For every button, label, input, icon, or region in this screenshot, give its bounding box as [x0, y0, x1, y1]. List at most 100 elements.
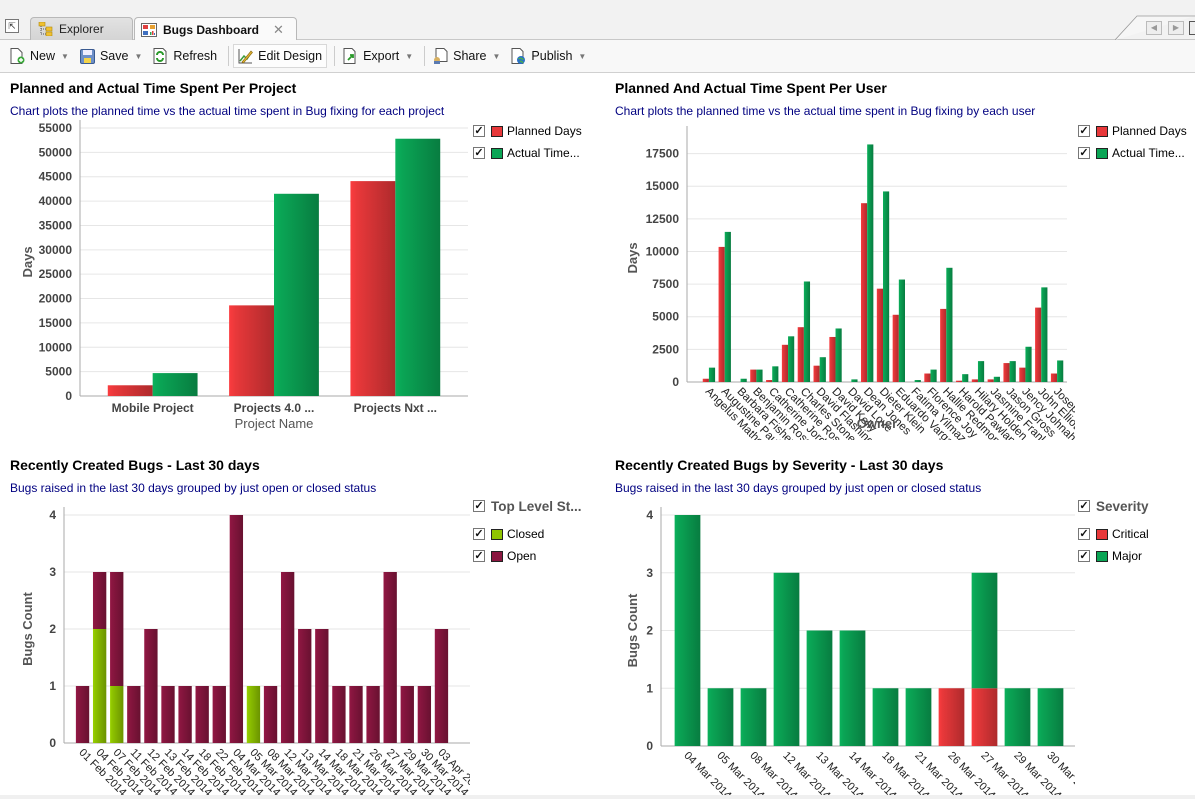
panel-recent-bugs-status: Recently Created Bugs - Last 30 days Bug…	[10, 457, 605, 799]
panel-recent-bugs-severity: Recently Created Bugs by Severity - Last…	[615, 457, 1195, 799]
checkbox-checked-icon[interactable]: ✓	[473, 125, 485, 137]
y-tick-label: 45000	[39, 170, 73, 184]
checkbox-checked-icon[interactable]: ✓	[473, 500, 485, 512]
legend-item-actual-time[interactable]: ✓ Actual Time...	[473, 142, 582, 164]
panel-title: Recently Created Bugs by Severity - Last…	[615, 457, 944, 473]
legend-swatch	[1096, 550, 1108, 562]
y-tick-label: 15000	[646, 179, 680, 193]
y-tick-label: 10000	[646, 244, 680, 258]
legend-item-planned-days[interactable]: ✓ Planned Days	[1078, 120, 1187, 142]
checkbox-checked-icon[interactable]: ✓	[1078, 125, 1090, 137]
tab-bugs-dashboard[interactable]: Bugs Dashboard ✕	[134, 17, 297, 41]
bar-actual-time-	[1057, 360, 1064, 382]
bar-planned-days	[924, 373, 931, 382]
bar-planned-days	[892, 314, 899, 382]
bar-planned-days	[1019, 367, 1026, 382]
legend-label: Planned Days	[1112, 124, 1187, 138]
legend-header[interactable]: ✓ Severity	[1078, 495, 1149, 517]
bar-planned-days	[940, 308, 947, 382]
y-tick-label: 5000	[45, 365, 72, 379]
save-button[interactable]: Save ▼	[76, 44, 146, 68]
y-tick-label: 2	[49, 622, 56, 636]
bar-open	[332, 686, 346, 743]
x-tick-label: Projects Nxt ...	[354, 401, 437, 415]
legend-item-closed[interactable]: ✓ Closed	[473, 523, 582, 545]
scroll-tabs-left-button[interactable]: ◀	[1146, 21, 1162, 35]
new-button-label: New	[30, 49, 56, 63]
publish-globe-icon	[511, 48, 526, 64]
bar-actual-time-	[772, 366, 779, 382]
tab-explorer[interactable]: Explorer	[30, 17, 133, 40]
export-dropdown-chevron-icon[interactable]: ▼	[405, 52, 413, 61]
checkbox-checked-icon[interactable]: ✓	[1078, 528, 1090, 540]
share-button[interactable]: Share ▼	[429, 44, 504, 68]
chart-time-per-user: 025005000750010000125001500017500DaysAng…	[625, 126, 1075, 440]
bar-open	[144, 629, 158, 743]
publish-dropdown-chevron-icon[interactable]: ▼	[578, 52, 586, 61]
publish-button[interactable]: Publish ▼	[507, 44, 590, 68]
bar-critical	[971, 688, 998, 746]
bar-actual-time-	[395, 138, 441, 396]
legend-item-critical[interactable]: ✓ Critical	[1078, 523, 1149, 545]
y-axis-title: Bugs Count	[625, 593, 640, 667]
bar-planned-days	[766, 380, 773, 382]
restore-view-icon[interactable]: ⇱	[5, 19, 19, 33]
checkbox-checked-icon[interactable]: ✓	[1078, 500, 1090, 512]
bar-major	[806, 630, 833, 746]
y-tick-label: 0	[646, 739, 653, 753]
y-axis-title: Days	[20, 246, 35, 277]
bar-major	[1037, 688, 1064, 746]
bar-planned-days	[750, 369, 757, 382]
toolbar: New ▼ Save ▼ Refresh Edit Design Export …	[0, 40, 1195, 73]
share-button-label: Share	[453, 49, 487, 63]
bar-planned-days	[350, 181, 396, 396]
tab-list-button[interactable]	[1189, 21, 1195, 35]
legend-item-open[interactable]: ✓ Open	[473, 545, 582, 567]
bar-planned-days	[876, 288, 883, 382]
y-tick-label: 4	[49, 508, 56, 522]
checkbox-checked-icon[interactable]: ✓	[473, 550, 485, 562]
legend-item-major[interactable]: ✓ Major	[1078, 545, 1149, 567]
legend-swatch	[491, 528, 503, 540]
legend-header[interactable]: ✓ Top Level St...	[473, 495, 582, 517]
legend-swatch	[1096, 125, 1108, 137]
refresh-button[interactable]: Refresh	[149, 44, 221, 68]
y-tick-label: 3	[49, 565, 56, 579]
new-dropdown-chevron-icon[interactable]: ▼	[61, 52, 69, 61]
checkbox-checked-icon[interactable]: ✓	[473, 528, 485, 540]
bar-actual-time-	[788, 336, 795, 382]
bar-open	[400, 686, 414, 743]
bar-planned-days	[829, 336, 836, 382]
export-button[interactable]: Export ▼	[339, 44, 417, 68]
panel-title: Planned and Actual Time Spent Per Projec…	[10, 80, 297, 96]
edit-design-button[interactable]: Edit Design	[233, 44, 328, 68]
save-dropdown-chevron-icon[interactable]: ▼	[134, 52, 142, 61]
share-dropdown-chevron-icon[interactable]: ▼	[493, 52, 501, 61]
bar-actual-time-	[1025, 346, 1032, 382]
bar-critical	[938, 688, 965, 746]
new-button[interactable]: New ▼	[6, 44, 73, 68]
checkbox-checked-icon[interactable]: ✓	[1078, 550, 1090, 562]
chart-recent-bugs-severity: 01234Bugs Count04 Mar 201405 Mar 201408 …	[625, 507, 1075, 797]
y-tick-label: 4	[646, 508, 653, 522]
y-tick-label: 30000	[39, 243, 73, 257]
legend-swatch	[491, 125, 503, 137]
bar-actual-time-	[152, 373, 198, 396]
close-tab-icon[interactable]: ✕	[273, 22, 284, 38]
bar-open	[417, 686, 432, 743]
bar-closed	[246, 686, 261, 743]
bar-open	[75, 686, 90, 743]
y-tick-label: 15000	[39, 316, 73, 330]
scroll-tabs-right-button[interactable]: ▶	[1168, 21, 1184, 35]
bar-open	[110, 572, 124, 686]
legend-item-actual-time[interactable]: ✓ Actual Time...	[1078, 142, 1187, 164]
x-axis-title: Owner	[857, 416, 897, 431]
bar-open	[315, 629, 329, 743]
checkbox-checked-icon[interactable]: ✓	[473, 147, 485, 159]
checkbox-checked-icon[interactable]: ✓	[1078, 147, 1090, 159]
bar-closed	[92, 629, 107, 743]
y-tick-label: 0	[65, 389, 72, 403]
legend-item-planned-days[interactable]: ✓ Planned Days	[473, 120, 582, 142]
legend-label: Closed	[507, 527, 545, 541]
refresh-icon	[153, 48, 168, 64]
